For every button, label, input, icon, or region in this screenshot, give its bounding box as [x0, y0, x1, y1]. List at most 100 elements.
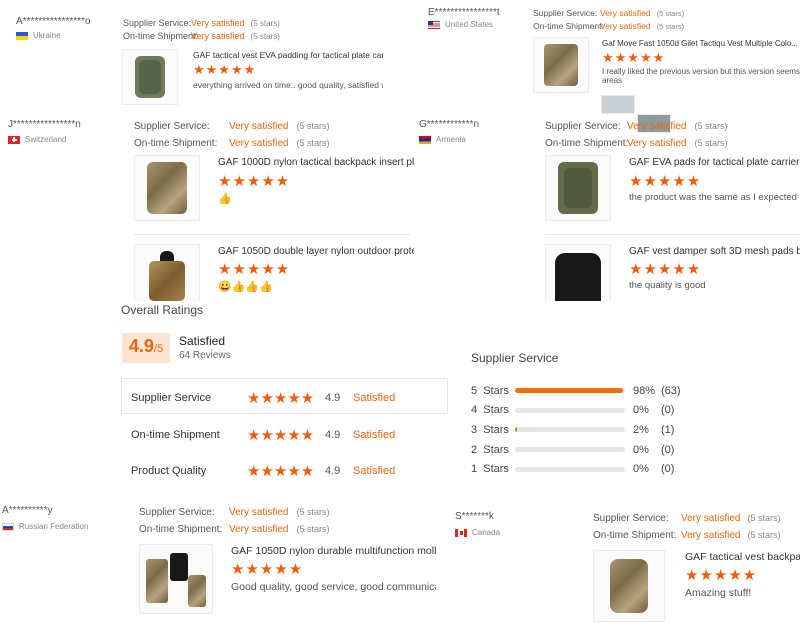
shipment-label: On-time Shipment:	[139, 524, 223, 535]
shipment-value: Very satisfied	[627, 138, 687, 149]
product-title[interactable]: GAF 1000D nylon tactical backpack insert…	[218, 157, 414, 168]
distribution-percent: 0%	[633, 463, 649, 476]
overall-score-badge: 4.9/5	[122, 333, 170, 363]
supplier-service-label: Supplier Service:	[139, 507, 215, 518]
supplier-service-label: Supplier Service:	[593, 513, 669, 524]
distribution-count: (0)	[661, 463, 675, 476]
overall-score-suffix: /5	[153, 343, 164, 355]
product-thumbnail[interactable]	[545, 155, 611, 221]
distribution-row: 5 Stars 98% (63)	[471, 381, 681, 401]
country-label: Canada	[472, 528, 501, 537]
product-title[interactable]: GAF tactical vest EVA padding for tactic…	[193, 50, 383, 60]
distribution-star-label: 1 Stars	[471, 463, 509, 476]
switzerland-flag-icon	[8, 135, 20, 144]
distribution-row: 2 Stars 0% (0)	[471, 440, 681, 460]
reviewed-product[interactable]: GAF EVA pads for tactical plate carrier …	[545, 155, 800, 221]
smile-thumbs-emoji: 😀👍👍👍	[218, 281, 273, 293]
review-comment: the quality is good	[629, 280, 706, 291]
reviewed-product[interactable]: Gaf Move Fast 1050d Gilet Tactiqu Vest M…	[533, 37, 800, 93]
product-thumbnail[interactable]	[134, 155, 200, 221]
distribution-star-label: 5 Stars	[471, 384, 509, 397]
reviewer-country: Armenia	[419, 135, 466, 144]
rating-label: On-time Shipment	[131, 429, 220, 441]
distribution-row: 1 Stars 0% (0)	[471, 459, 681, 479]
service-ratings: Supplier Service: Very satisfied (5 stars)…	[123, 17, 280, 43]
supplier-service-value: Very satisfied	[627, 121, 687, 132]
ukraine-flag-icon	[16, 31, 28, 40]
service-ratings: Supplier Service: Very satisfied (5 stars)…	[533, 7, 684, 33]
supplier-service-value: Very satisfied	[600, 8, 651, 18]
overall-score: 4.9	[128, 336, 154, 356]
product-title[interactable]: GAF 1050D double layer nylon outdoor pro…	[218, 246, 414, 257]
supplier-service-value: Very satisfied	[681, 513, 741, 524]
reviewed-product[interactable]: GAF vest damper soft 3D mesh pads breath…	[545, 244, 800, 301]
product-rating-stars: ★★★★★	[602, 50, 666, 65]
product-title[interactable]: GAF tactical vest backpack	[685, 551, 800, 563]
supplier-service-stars: (5 stars)	[747, 513, 781, 523]
divider	[545, 234, 800, 235]
product-thumbnail[interactable]	[139, 544, 213, 614]
shipment-label: On-time Shipment:	[134, 138, 218, 149]
rating-text: Satisfied	[353, 429, 396, 441]
overall-label: Satisfied	[179, 334, 226, 348]
country-label: Ukraine	[33, 31, 61, 40]
shipment-stars: (5 stars)	[296, 138, 330, 148]
product-thumbnail[interactable]	[134, 244, 200, 301]
rating-row-supplier-service: Supplier Service ★★★★★ 4.9 Satisfied	[131, 389, 395, 407]
product-title[interactable]: GAF EVA pads for tactical plate carrier …	[629, 157, 800, 168]
service-ratings: Supplier Service: Very satisfied (5 stars)…	[139, 504, 330, 538]
reviewed-product[interactable]: GAF 1050D double layer nylon outdoor pro…	[134, 244, 414, 301]
product-thumbnail[interactable]	[533, 37, 589, 93]
product-rating-stars: ★★★★★	[685, 567, 758, 584]
review-comment: everything arrived on time.. good qualit…	[193, 80, 383, 90]
reviewed-product[interactable]: GAF tactical vest EVA padding for tactic…	[122, 49, 383, 105]
shipment-label: On-time Shipment:	[123, 31, 199, 41]
product-title[interactable]: Gaf Move Fast 1050d Gilet Tactiqu Vest M…	[602, 39, 800, 48]
reviewer-country: United States	[428, 20, 493, 29]
product-rating-stars: ★★★★★	[193, 62, 257, 77]
product-title[interactable]: GAF vest damper soft 3D mesh pads breath	[629, 246, 800, 257]
distribution-bar	[515, 407, 625, 413]
canada-flag-icon	[455, 528, 467, 537]
supplier-service-stars: (5 stars)	[656, 9, 685, 18]
service-ratings: Supplier Service: Very satisfied (5 stars)…	[593, 510, 781, 544]
rating-row-on-time-shipment: On-time Shipment ★★★★★ 4.9 Satisfied	[131, 426, 395, 444]
reviewer-name: A****************o	[16, 16, 91, 27]
reviewer-country: Russian Federation	[2, 522, 88, 531]
rating-label: Supplier Service	[131, 392, 212, 404]
distribution-count: (1)	[661, 423, 675, 436]
reviewer-country: Canada	[455, 528, 500, 537]
russia-flag-icon	[2, 522, 14, 531]
rating-text: Satisfied	[353, 465, 396, 477]
distribution-bar	[515, 466, 625, 472]
reviewed-product[interactable]: GAF 1050D nylon durable multifunction mo…	[139, 544, 436, 614]
product-thumbnail[interactable]	[545, 244, 611, 301]
reviewed-product[interactable]: GAF tactical vest backpack ★★★★★ Amazing…	[593, 550, 800, 622]
reviewer-name: A**********y	[2, 505, 53, 516]
distribution-percent: 2%	[633, 423, 649, 436]
product-thumbnail[interactable]	[593, 550, 665, 622]
distribution-star-label: 2 Stars	[471, 443, 509, 456]
distribution-bar	[515, 427, 625, 433]
supplier-service-stars: (5 stars)	[694, 121, 728, 131]
product-title[interactable]: GAF 1050D nylon durable multifunction mo…	[231, 545, 436, 557]
shipment-value: Very satisfied	[600, 21, 651, 31]
rating-stars: ★★★★★	[247, 427, 315, 444]
service-ratings: Supplier Service: Very satisfied (5 stars)…	[134, 118, 330, 152]
review-comment-continued: areas	[602, 76, 623, 85]
distribution-count: (0)	[661, 443, 675, 456]
shipment-value: Very satisfied	[681, 530, 741, 541]
shipment-stars: (5 stars)	[250, 32, 280, 41]
distribution-bar	[515, 388, 625, 394]
rating-stars: ★★★★★	[247, 390, 315, 407]
thumbs-up-emoji: 👍	[218, 193, 232, 205]
rating-stars: ★★★★★	[247, 463, 315, 480]
shipment-stars: (5 stars)	[747, 530, 781, 540]
product-rating-stars: ★★★★★	[218, 173, 291, 190]
rating-score: 4.9	[325, 392, 341, 404]
distribution-count: (0)	[661, 404, 675, 417]
reviewed-product[interactable]: GAF 1000D nylon tactical backpack insert…	[134, 155, 414, 221]
shipment-value: Very satisfied	[229, 138, 289, 149]
product-thumbnail[interactable]	[122, 49, 178, 105]
review-photo[interactable]	[601, 95, 635, 114]
